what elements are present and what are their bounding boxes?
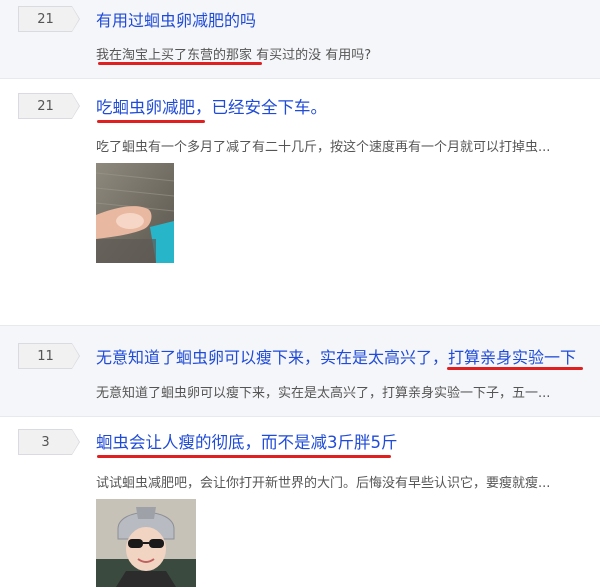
reply-count-badge: 3 [18, 429, 80, 455]
post-snippet: 我在淘宝上买了东营的那家 有买过的没 有用吗? [96, 48, 372, 63]
annotation-underline [447, 367, 583, 370]
post-snippet: 吃了蛔虫有一个多月了减了有二十几斤，按这个速度再有一个月就可以打掉虫... [96, 140, 551, 155]
post-item: 21 吃蛔虫卵减肥，已经安全下车。 吃了蛔虫有一个多月了减了有二十几斤，按这个速… [0, 79, 600, 326]
reply-count: 11 [37, 349, 54, 364]
post-thumbnail-image[interactable] [96, 163, 174, 263]
reply-count: 3 [41, 435, 50, 450]
post-item: 3 蛔虫会让人瘦的彻底，而不是减3斤胖5斤 试试蛔虫减肥吧，会让你打开新世界的大… [0, 417, 600, 587]
annotation-underline [97, 455, 391, 458]
reply-count-badge: 21 [18, 93, 80, 119]
post-thumbnail-image[interactable] [96, 499, 196, 587]
post-title-link[interactable]: 蛔虫会让人瘦的彻底，而不是减3斤胖5斤 [96, 429, 398, 453]
post-title-link[interactable]: 有用过蛔虫卵减肥的吗 [96, 7, 256, 31]
reply-count: 21 [37, 99, 54, 114]
post-title-link[interactable]: 无意知道了蛔虫卵可以瘦下来，实在是太高兴了，打算亲身实验一下 [96, 344, 576, 368]
post-snippet: 无意知道了蛔虫卵可以瘦下来，实在是太高兴了，打算亲身实验一下子，五一... [96, 386, 551, 401]
post-item: 21 有用过蛔虫卵减肥的吗 我在淘宝上买了东营的那家 有买过的没 有用吗? [0, 0, 600, 79]
annotation-underline [98, 62, 262, 65]
reply-count-badge: 21 [18, 6, 80, 32]
finger-photo-icon [96, 163, 174, 263]
post-snippet: 试试蛔虫减肥吧，会让你打开新世界的大门。后悔没有早些认识它，要瘦就瘦... [96, 476, 551, 491]
reply-count-badge: 11 [18, 343, 80, 369]
person-helmet-photo-icon [96, 499, 196, 587]
reply-count: 21 [37, 12, 54, 27]
annotation-underline [97, 120, 205, 123]
post-item: 11 无意知道了蛔虫卵可以瘦下来，实在是太高兴了，打算亲身实验一下 无意知道了蛔… [0, 326, 600, 417]
post-title-link[interactable]: 吃蛔虫卵减肥，已经安全下车。 [96, 94, 327, 118]
